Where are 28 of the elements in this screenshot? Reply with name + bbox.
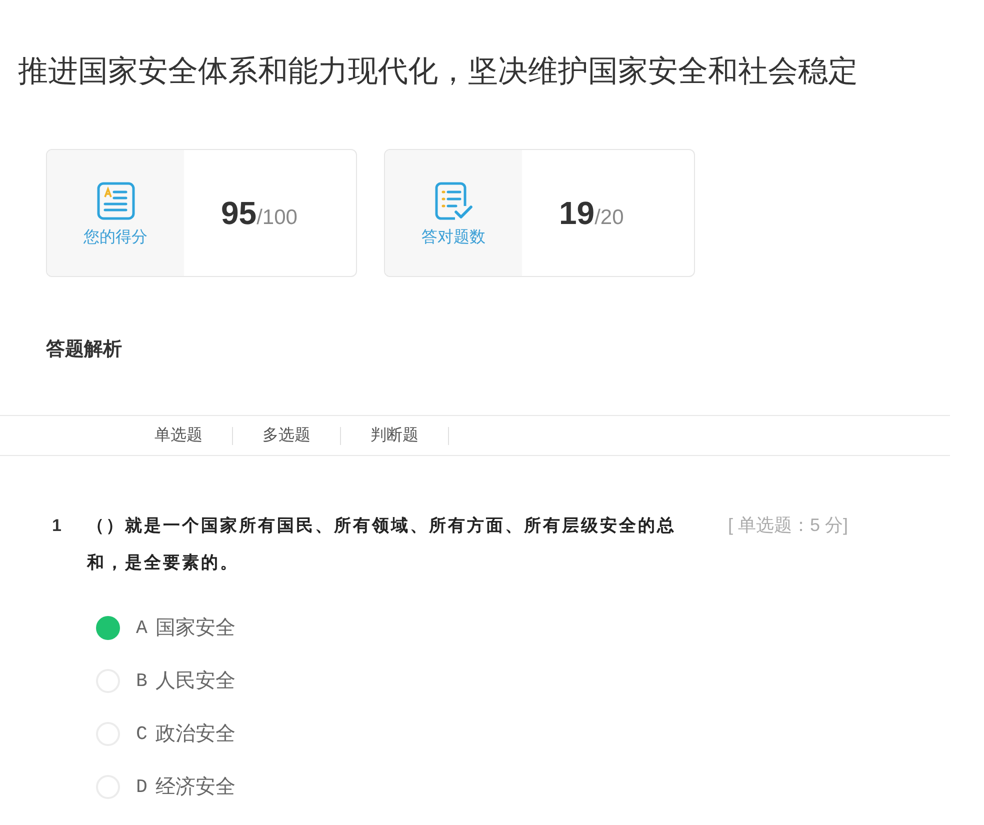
question-type-tab[interactable]: 多选题 bbox=[233, 416, 340, 455]
page-title: 推进国家安全体系和能力现代化，坚决维护国家安全和社会稳定 bbox=[17, 54, 859, 90]
answer-option[interactable]: C 政治安全 bbox=[96, 707, 296, 760]
checklist-icon bbox=[434, 182, 472, 220]
option-text: 人民安全 bbox=[155, 668, 236, 692]
question-number: 1 bbox=[51, 515, 62, 537]
option-text: 政治安全 bbox=[155, 722, 236, 746]
option-letter: D bbox=[136, 774, 148, 798]
stat-label: 您的得分 bbox=[84, 228, 148, 248]
stat-value: 19 bbox=[559, 194, 595, 233]
question-text: （）就是一个国家所有国民、所有领域、所有方面、所有层级安全的总和，是全要素的。 bbox=[87, 515, 677, 574]
option-letter: C bbox=[136, 722, 148, 746]
answer-option[interactable]: B 人民安全 bbox=[96, 654, 296, 707]
option-text: 经济安全 bbox=[155, 774, 236, 798]
stat-total: /100 bbox=[256, 205, 298, 231]
question-type-score: [ 单选题：5 分] bbox=[728, 514, 848, 537]
stat-total: /20 bbox=[594, 205, 624, 231]
document-icon bbox=[96, 182, 134, 220]
stat-label: 答对题数 bbox=[422, 228, 486, 248]
option-letter: B bbox=[136, 668, 148, 692]
option-letter: A bbox=[136, 616, 148, 640]
answer-option[interactable]: A 国家安全 bbox=[96, 601, 296, 654]
section-title: 答题解析 bbox=[45, 338, 123, 362]
option-text: 国家安全 bbox=[155, 616, 236, 640]
answer-option[interactable]: D 经济安全 bbox=[96, 760, 296, 813]
question-type-tab[interactable]: 判断题 bbox=[341, 416, 448, 455]
stat-value: 95 bbox=[221, 194, 257, 233]
question-type-tab[interactable]: 单选题 bbox=[125, 416, 232, 455]
